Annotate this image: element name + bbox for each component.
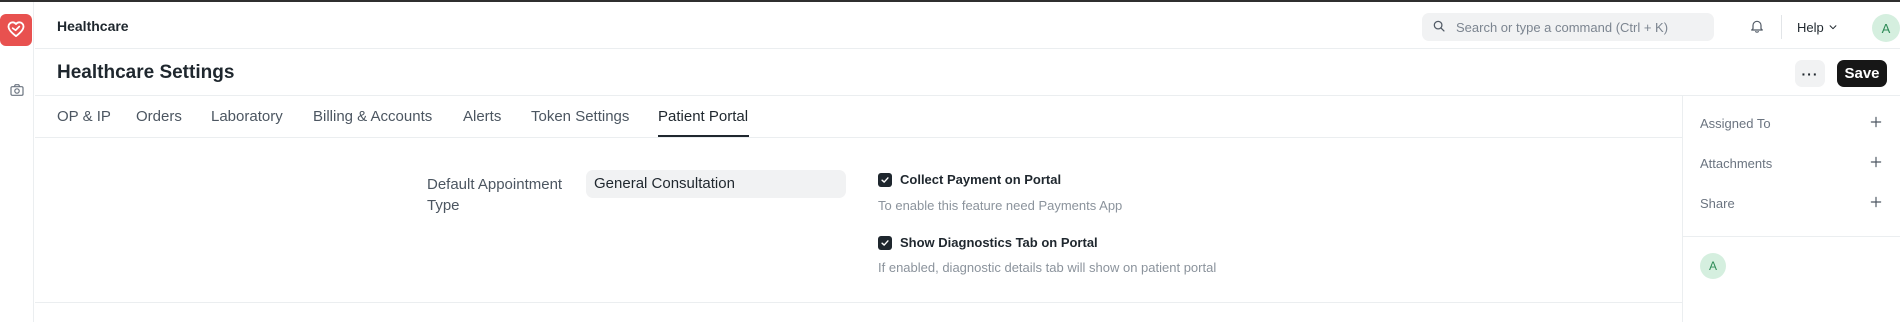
help-dropdown[interactable]: Help [1797, 20, 1838, 35]
tab-orders[interactable]: Orders [136, 108, 182, 125]
collect-payment-row[interactable]: Collect Payment on Portal [878, 172, 1061, 187]
navbar-divider [1781, 15, 1782, 39]
page-title: Healthcare Settings [57, 62, 235, 83]
app-logo[interactable] [0, 14, 32, 46]
tab-op-ip[interactable]: OP & IP [57, 108, 111, 125]
show-diagnostics-checkbox[interactable] [878, 235, 892, 250]
save-button[interactable]: Save [1837, 60, 1887, 87]
show-diagnostics-row[interactable]: Show Diagnostics Tab on Portal [878, 235, 1098, 250]
search-icon [1432, 19, 1446, 36]
notification-bell-icon[interactable] [1749, 18, 1767, 36]
user-avatar[interactable]: A [1872, 14, 1900, 42]
tab-laboratory[interactable]: Laboratory [211, 108, 283, 125]
show-diagnostics-label: Show Diagnostics Tab on Portal [900, 235, 1098, 250]
heart-icon [6, 19, 26, 42]
camera-icon[interactable] [7, 80, 27, 100]
default-appointment-type-label: Default Appointment Type [427, 176, 563, 214]
help-label: Help [1797, 20, 1824, 35]
assigned-to-label: Assigned To [1700, 116, 1771, 131]
show-diagnostics-help: If enabled, diagnostic details tab will … [878, 260, 1217, 275]
collect-payment-checkbox[interactable] [878, 172, 892, 187]
add-share-plus-icon[interactable] [1869, 195, 1883, 209]
chevron-down-icon [1828, 20, 1838, 35]
attachments-label: Attachments [1700, 156, 1773, 171]
more-icon: ··· [1801, 65, 1819, 82]
collect-payment-label: Collect Payment on Portal [900, 172, 1062, 187]
left-rail [0, 2, 34, 322]
more-actions-button[interactable]: ··· [1795, 60, 1825, 87]
app-title[interactable]: Healthcare [57, 18, 129, 34]
active-tab-indicator [658, 135, 749, 137]
navbar: Healthcare Search or type a command (Ctr… [35, 2, 1900, 49]
search-input[interactable]: Search or type a command (Ctrl + K) [1456, 20, 1668, 35]
default-appointment-type-input[interactable]: General Consultation [586, 170, 846, 198]
tab-alerts[interactable]: Alerts [463, 108, 501, 125]
page-header: Healthcare Settings ··· Save [35, 49, 1900, 96]
tab-token-settings[interactable]: Token Settings [531, 108, 629, 125]
collect-payment-help: To enable this feature need Payments App [878, 198, 1123, 213]
tab-billing-accounts[interactable]: Billing & Accounts [313, 108, 432, 125]
add-attachment-plus-icon[interactable] [1869, 155, 1883, 169]
form-sidebar: Assigned To Attachments Share A [1682, 96, 1900, 322]
share-label: Share [1700, 196, 1735, 211]
patient-portal-section: Default Appointment Type General Consult… [35, 138, 1682, 303]
tab-patient-portal[interactable]: Patient Portal [658, 108, 748, 125]
viewer-avatar[interactable]: A [1700, 253, 1726, 279]
tab-bar: OP & IP Orders Laboratory Billing & Acco… [35, 96, 1682, 138]
sidebar-divider [1683, 236, 1900, 237]
add-assignee-plus-icon[interactable] [1869, 115, 1883, 129]
search-bar[interactable]: Search or type a command (Ctrl + K) [1422, 13, 1714, 41]
